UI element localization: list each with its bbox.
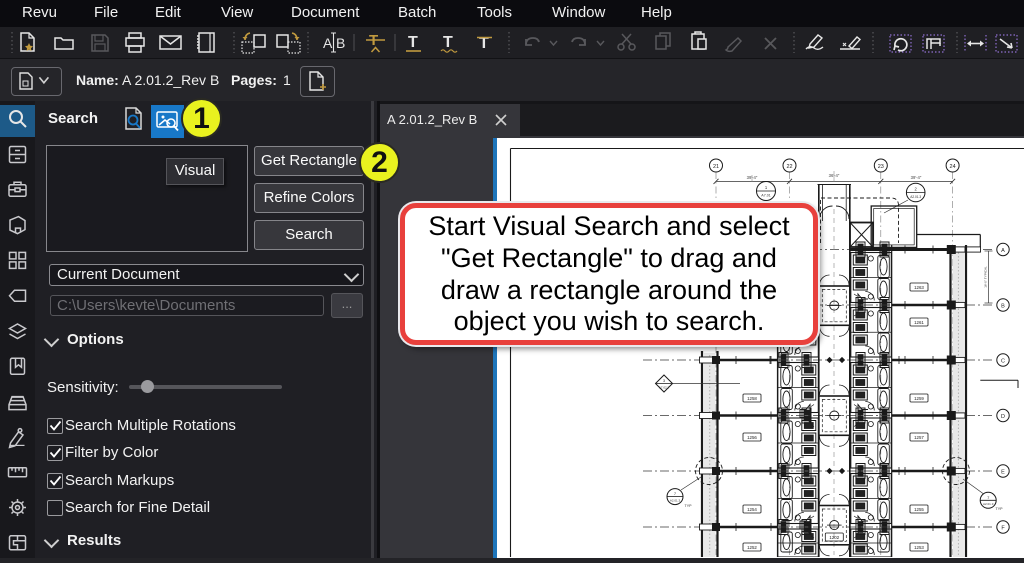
svg-text:C: C [1001, 358, 1005, 364]
svg-text:1257: 1257 [914, 435, 924, 440]
svg-text:A2.01.3: A2.01.3 [910, 195, 921, 199]
svg-text:1253: 1253 [914, 545, 924, 550]
svg-text:1258: 1258 [747, 396, 757, 401]
svg-text:1202: 1202 [829, 535, 839, 540]
svg-text:7: 7 [674, 491, 677, 496]
svg-text:1263: 1263 [914, 285, 924, 290]
svg-text:3: 3 [663, 378, 666, 383]
svg-text:23: 23 [878, 164, 884, 170]
svg-text:B: B [336, 35, 345, 51]
svg-text:1: 1 [765, 185, 768, 190]
svg-text:A: A [323, 35, 333, 51]
svg-text:22: 22 [786, 164, 792, 170]
svg-text:TYP: TYP [996, 507, 1004, 511]
svg-text:1254: 1254 [747, 507, 757, 512]
svg-text:36′-4″: 36′-4″ [829, 173, 840, 178]
svg-text:T: T [408, 34, 418, 51]
svg-text:1255: 1255 [914, 507, 924, 512]
svg-text:T: T [443, 34, 453, 51]
svg-text:2: 2 [915, 187, 918, 192]
svg-text:F: F [1001, 525, 1005, 531]
svg-text:24: 24 [950, 164, 956, 170]
svg-text:1261: 1261 [914, 320, 924, 325]
svg-text:39′-4″: 39′-4″ [747, 175, 758, 180]
svg-text:A2.01.3: A2.01.3 [983, 502, 994, 506]
svg-text:D: D [1001, 414, 1005, 420]
svg-text:A2.01.3: A2.01.3 [670, 499, 681, 503]
svg-text:1252: 1252 [747, 545, 757, 550]
svg-text:21: 21 [713, 164, 719, 170]
svg-text:B: B [1001, 303, 1005, 309]
svg-text:TYP: TYP [685, 504, 693, 508]
svg-text:7: 7 [987, 495, 990, 500]
svg-text:A: A [1001, 248, 1005, 254]
svg-text:A7.02.3: A7.02.3 [659, 386, 670, 390]
svg-text:16′-0″ TYPICAL: 16′-0″ TYPICAL [984, 266, 988, 288]
svg-text:1256: 1256 [747, 435, 757, 440]
svg-text:A7.01: A7.01 [761, 194, 770, 198]
svg-text:39′-4″: 39′-4″ [911, 175, 922, 180]
svg-text:1259: 1259 [914, 396, 924, 401]
svg-text:E: E [1001, 469, 1005, 475]
